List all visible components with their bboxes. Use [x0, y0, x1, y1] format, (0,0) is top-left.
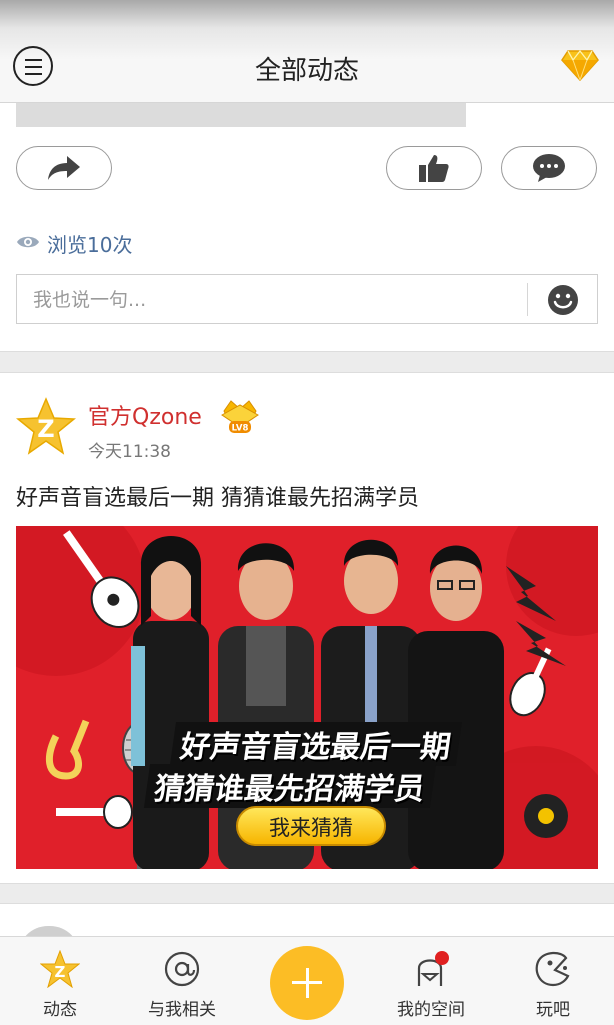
banner-headline-2: 猜猜谁最先招满学员	[143, 764, 437, 808]
crown-level-icon: LV8	[221, 400, 259, 434]
comment-bar	[16, 274, 598, 324]
share-button[interactable]	[16, 146, 112, 190]
nav-item-label: 动态	[43, 1000, 77, 1020]
author-name[interactable]: 官方Qzone	[88, 399, 202, 431]
post-text: 好声音盲选最后一期 猜猜谁最先招满学员	[16, 486, 419, 511]
banner-headline-1: 好声音盲选最后一期	[169, 722, 462, 766]
top-bar: 全部动态	[0, 0, 614, 103]
content-placeholder	[16, 103, 466, 127]
nav-item-label: 我的空间	[397, 1000, 465, 1020]
at-icon	[164, 951, 200, 987]
diamond-icon[interactable]	[561, 49, 599, 81]
nav-item-my-space[interactable]: 我的空间	[371, 937, 491, 1025]
comment-icon	[533, 154, 565, 182]
like-button[interactable]	[386, 146, 482, 190]
profile-icon	[417, 951, 449, 986]
view-count-label: 浏览10次	[47, 233, 133, 257]
star-icon: Z	[40, 950, 80, 988]
nav-item-label: 玩吧	[536, 1000, 570, 1020]
svg-text:Z: Z	[37, 415, 54, 443]
divider	[527, 283, 528, 316]
emoji-icon[interactable]	[547, 284, 579, 316]
publish-button[interactable]	[270, 946, 344, 1020]
share-icon	[48, 156, 80, 180]
feed-card: Z 官方Qzone LV8 今天11:38 好声音盲选最后一期 猜猜谁最先招满学…	[0, 372, 614, 884]
comment-input[interactable]	[31, 283, 525, 317]
nav-item-label: 与我相关	[148, 1000, 216, 1020]
qzone-star-avatar[interactable]: Z	[16, 397, 76, 455]
nav-item-play[interactable]: 玩吧	[493, 937, 613, 1025]
nav-item-mentions[interactable]: 与我相关	[122, 937, 242, 1025]
game-icon	[535, 951, 570, 987]
comment-button[interactable]	[501, 146, 597, 190]
guess-button[interactable]: 我来猜猜	[236, 806, 386, 846]
banner-image[interactable]: 好声音盲选最后一期 猜猜谁最先招满学员 我来猜猜	[16, 526, 598, 869]
like-icon	[419, 155, 449, 182]
eye-icon	[17, 236, 39, 248]
svg-text:Z: Z	[55, 963, 66, 981]
post-time: 今天11:38	[88, 442, 171, 462]
nav-item-feed[interactable]: Z 动态	[0, 937, 120, 1025]
feed-card: 浏览10次	[0, 103, 614, 352]
page-title: 全部动态	[254, 56, 359, 86]
level-badge: LV8	[232, 424, 249, 434]
